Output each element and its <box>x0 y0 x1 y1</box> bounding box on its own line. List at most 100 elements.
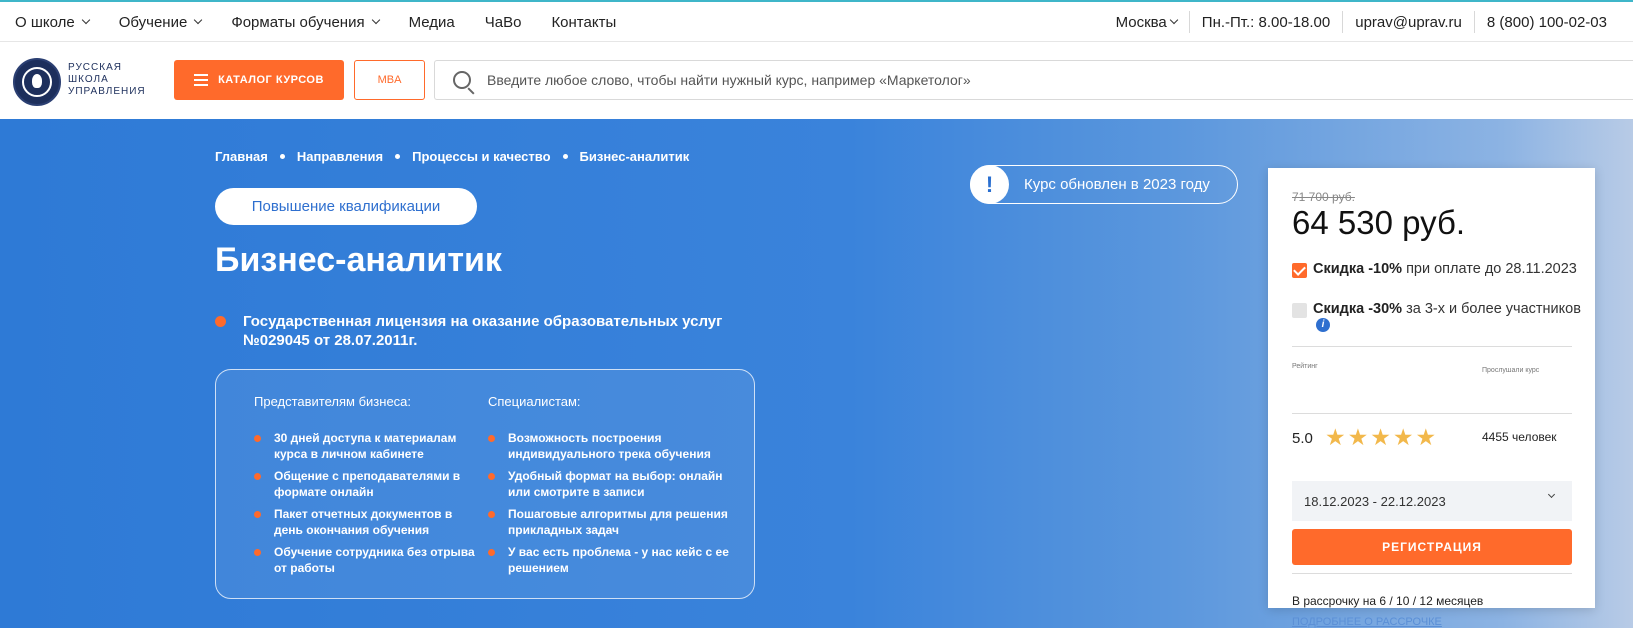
work-hours: Пн.-Пт.: 8.00-18.00 <box>1188 11 1342 33</box>
breadcrumb-home[interactable]: Главная <box>215 149 268 164</box>
bullet-icon <box>254 473 261 480</box>
discount-text: Скидка -10% при оплате до 28.11.2023 <box>1313 261 1577 278</box>
list-item-text: У вас есть проблема - у нас кейс с ее ре… <box>508 545 729 575</box>
city-selector[interactable]: Москва <box>1104 11 1189 33</box>
logo-text[interactable]: Русская школа управления <box>68 62 158 98</box>
listeners-count: 4455 человек <box>1482 430 1557 444</box>
list-item-text: Возможность построения индивидуального т… <box>508 431 711 461</box>
page-title: Бизнес-аналитик <box>215 241 502 279</box>
chevron-down-icon <box>1547 490 1556 499</box>
breadcrumb-separator <box>395 154 401 159</box>
specialist-title: Специалистам: <box>488 394 581 409</box>
chevron-down-icon <box>194 15 203 25</box>
old-price: 71 700 руб. <box>1292 190 1355 204</box>
top-nav-contacts: Москва Пн.-Пт.: 8.00-18.00 uprav@uprav.r… <box>1104 2 1619 42</box>
star-icon: ★ <box>1325 424 1346 450</box>
discount-checkbox-unchecked[interactable] <box>1292 303 1307 318</box>
list-item: Пошаговые алгоритмы для решения прикладн… <box>488 506 738 538</box>
divider <box>1292 346 1572 347</box>
date-select-value: 18.12.2023 - 22.12.2023 <box>1304 493 1446 509</box>
list-item-text: Обучение сотрудника без отрыва от работы <box>274 545 475 575</box>
breadcrumb-separator <box>279 154 285 159</box>
search-input[interactable] <box>487 72 1387 88</box>
nav-item-formats[interactable]: Форматы обучения <box>231 13 380 31</box>
license-info: Государственная лицензия на оказание обр… <box>215 312 735 350</box>
rating-stars: ★ ★ ★ ★ ★ <box>1325 424 1436 450</box>
list-item: Обучение сотрудника без отрыва от работы <box>254 544 484 576</box>
list-item-text: Общение с преподавателями в формате онла… <box>274 469 461 499</box>
discount-amount: Скидка -10% <box>1313 261 1403 277</box>
installment-link[interactable]: ПОДРОБНЕЕ О РАССРОЧКЕ <box>1292 616 1442 628</box>
catalog-button[interactable]: КАТАЛОГ КУРСОВ <box>174 60 344 100</box>
list-item: Пакет отчетных документов в день окончан… <box>254 506 484 538</box>
mba-button[interactable]: MBA <box>354 60 425 100</box>
list-item: Общение с преподавателями в формате онла… <box>254 468 484 500</box>
installment-text: В рассрочку на 6 / 10 / 12 месяцев <box>1292 594 1484 608</box>
discount-condition: за 3-х и более участников <box>1402 301 1581 317</box>
nav-item-contacts[interactable]: Контакты <box>551 14 616 31</box>
email-link[interactable]: uprav@uprav.ru <box>1342 11 1474 33</box>
specialist-column: Специалистам: Возможность построения инд… <box>488 394 738 582</box>
list-item-text: Удобный формат на выбор: онлайн или смот… <box>508 469 723 499</box>
rating-label: Рейтинг <box>1292 363 1318 370</box>
chevron-down-icon <box>81 15 90 25</box>
nav-item-faq[interactable]: ЧаВо <box>485 14 522 31</box>
breadcrumb-directions[interactable]: Направления <box>297 149 383 164</box>
nav-label: Форматы обучения <box>231 13 365 31</box>
current-price: 64 530 руб. <box>1292 204 1466 241</box>
search-bar <box>434 60 1633 100</box>
star-icon: ★ <box>1415 424 1437 450</box>
discount-option-group[interactable]: Скидка -30% за 3-х и более участников i <box>1292 301 1582 333</box>
discount-amount: Скидка -30% <box>1313 301 1403 317</box>
price-card: 71 700 руб. 64 530 руб. Скидка -10% при … <box>1268 168 1595 628</box>
info-icon[interactable]: i <box>1316 318 1330 333</box>
catalog-label: КАТАЛОГ КУРСОВ <box>218 74 324 86</box>
nav-item-media[interactable]: Медиа <box>409 14 455 31</box>
listeners-label: Прослушали курс <box>1482 367 1540 374</box>
search-icon[interactable] <box>453 71 471 89</box>
course-type-badge[interactable]: Повышение квалификации <box>215 188 477 225</box>
bullet-icon <box>254 549 261 556</box>
top-nav-menu: О школе Обучение Форматы обучения Медиа … <box>15 2 616 42</box>
discount-option-early[interactable]: Скидка -10% при оплате до 28.11.2023 <box>1292 261 1582 278</box>
bullet-icon <box>254 511 261 518</box>
star-icon: ★ <box>1370 424 1391 450</box>
nav-item-about[interactable]: О школе <box>15 13 90 31</box>
breadcrumb-category[interactable]: Процессы и качество <box>412 149 550 164</box>
breadcrumb: Главная Направления Процессы и качество … <box>215 149 689 164</box>
hero-section: Главная Направления Процессы и качество … <box>0 119 1633 628</box>
license-text: Государственная лицензия на оказание обр… <box>243 313 723 349</box>
list-item-text: Пошаговые алгоритмы для решения прикладн… <box>508 507 728 537</box>
nav-label: О школе <box>15 13 75 31</box>
menu-icon <box>194 74 209 86</box>
phone-link[interactable]: 8 (800) 100-02-03 <box>1473 11 1619 33</box>
discount-checkbox-checked[interactable] <box>1292 263 1307 278</box>
logo-icon[interactable] <box>13 58 61 106</box>
chevron-down-icon <box>1169 15 1179 25</box>
bullet-icon <box>488 435 495 442</box>
nav-item-education[interactable]: Обучение <box>119 14 203 31</box>
course-updated-text: Курс обновлен в 2023 году <box>1024 176 1210 193</box>
business-column: Представителям бизнеса: 30 дней доступа … <box>254 394 484 582</box>
rating-value: 5.0 <box>1292 430 1313 447</box>
city-label: Москва <box>1115 13 1167 31</box>
bullet-icon <box>488 511 495 518</box>
nav-label: ЧаВо <box>484 13 522 31</box>
top-nav: О школе Обучение Форматы обучения Медиа … <box>0 0 1633 42</box>
bullet-icon <box>488 549 495 556</box>
exclamation-icon: ! <box>970 165 1009 204</box>
list-item: 30 дней доступа к материалам курса в лич… <box>254 430 484 462</box>
date-select[interactable]: 18.12.2023 - 22.12.2023 <box>1292 481 1572 521</box>
chevron-down-icon <box>371 15 380 25</box>
bullet-icon <box>254 435 261 442</box>
discount-condition: при оплате до 28.11.2023 <box>1402 261 1577 277</box>
divider <box>1292 413 1572 414</box>
features-box: Представителям бизнеса: 30 дней доступа … <box>215 369 755 599</box>
divider <box>1292 573 1572 574</box>
breadcrumb-separator <box>562 154 568 159</box>
business-title: Представителям бизнеса: <box>254 394 412 409</box>
list-item: Удобный формат на выбор: онлайн или смот… <box>488 468 738 500</box>
list-item: У вас есть проблема - у нас кейс с ее ре… <box>488 544 738 576</box>
register-button[interactable]: РЕГИСТРАЦИЯ <box>1292 529 1572 565</box>
list-item: Возможность построения индивидуального т… <box>488 430 738 462</box>
